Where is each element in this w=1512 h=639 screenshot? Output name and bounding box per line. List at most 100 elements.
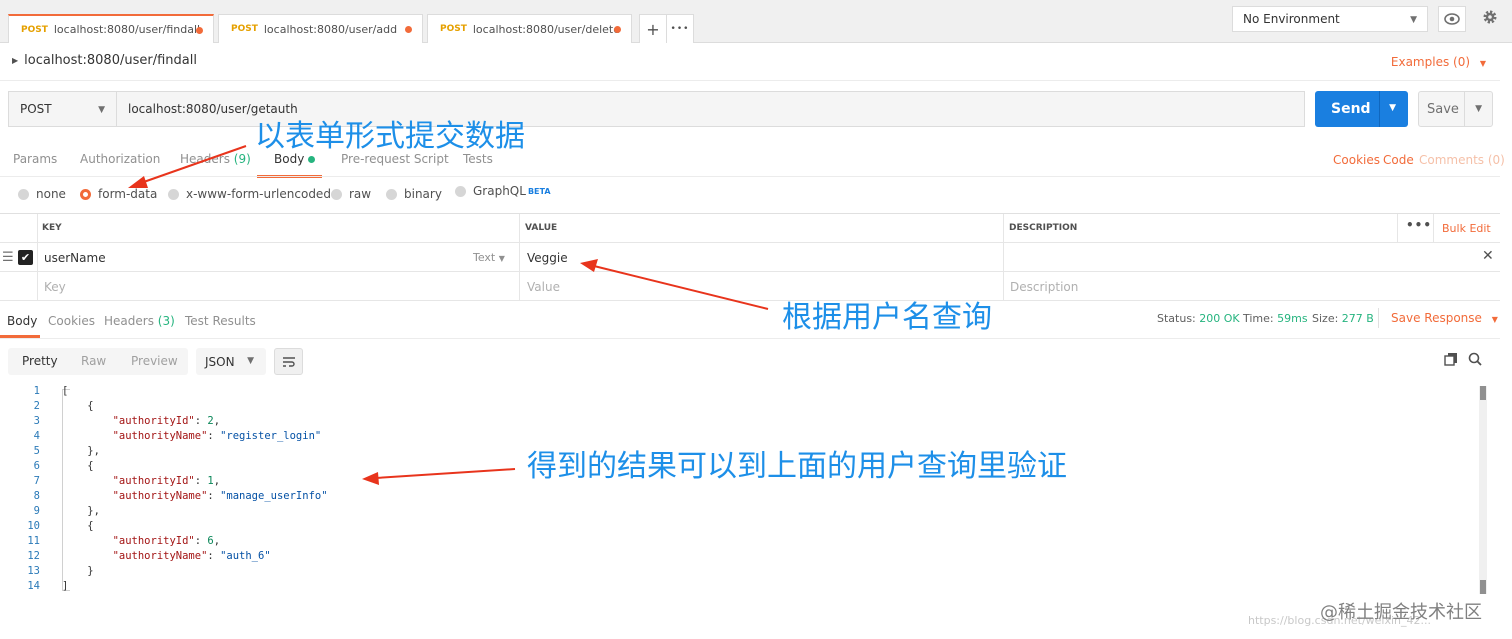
code-text: { (62, 400, 94, 412)
response-tab-test-results[interactable]: Test Results (185, 314, 256, 328)
examples-label: Examples (0) (1390, 55, 1471, 69)
code-scrollbar[interactable] (1479, 386, 1487, 594)
chevron-down-icon: ▼ (1479, 59, 1486, 68)
copy-icon[interactable] (1444, 352, 1458, 370)
code-line: 8 "authorityName": "manage_userInfo" (0, 490, 1480, 505)
code-text: }, (62, 445, 100, 457)
tab-body[interactable]: Body (274, 152, 316, 166)
radio-urlencoded[interactable]: x-www-form-urlencoded (168, 187, 331, 201)
code-text: ] (62, 580, 69, 592)
code-text: { (62, 460, 94, 472)
column-divider (519, 214, 520, 301)
tab-more-icon[interactable]: ••• (666, 14, 694, 43)
method-select[interactable]: POST ▼ (8, 91, 117, 127)
divider (0, 338, 1500, 339)
response-headers-count: (3) (157, 314, 175, 328)
description-placeholder[interactable]: Description (1010, 280, 1078, 294)
row-enabled-checkbox[interactable]: ✔ (18, 250, 33, 265)
annotation-form-data: 以表单形式提交数据 (255, 119, 525, 154)
gear-icon[interactable] (1476, 4, 1504, 30)
save-options-chevron-icon[interactable]: ▼ (1475, 104, 1482, 114)
view-preview-button[interactable]: Preview (131, 354, 178, 368)
response-tab-body[interactable]: Body (7, 314, 37, 328)
time-label: Time: (1243, 312, 1274, 325)
radio-circle-icon (386, 188, 397, 200)
key-placeholder[interactable]: Key (44, 280, 66, 294)
view-pretty-button[interactable]: Pretty (22, 354, 58, 368)
status-value: 200 OK (1199, 312, 1240, 325)
delete-row-icon[interactable]: ✕ (1482, 248, 1494, 264)
form-data-table: KEY VALUE DESCRIPTION ••• Bulk Edit ☰ ✔ … (0, 213, 1500, 301)
size-value: 277 B (1341, 312, 1374, 325)
table-row: ☰ ✔ userName Text ▼ Veggie ✕ (0, 243, 1500, 272)
radio-label: none (36, 187, 66, 201)
tab-url: localhost:8080/user/add (263, 22, 398, 36)
table-more-icon[interactable]: ••• (1406, 218, 1432, 232)
code-link[interactable]: Code (1383, 153, 1414, 167)
new-tab-plus-icon[interactable]: + (639, 14, 667, 43)
bulk-edit-link[interactable]: Bulk Edit (1442, 222, 1491, 235)
tab-method: POST (21, 24, 48, 35)
response-tab-cookies[interactable]: Cookies (48, 314, 95, 328)
comments-link[interactable]: Comments (0) (1419, 153, 1505, 167)
tab-tests[interactable]: Tests (463, 152, 493, 166)
tab-headers[interactable]: Headers (9) (180, 152, 251, 166)
line-number: 4 (33, 430, 40, 442)
tab-prerequest-script[interactable]: Pre-request Script (341, 152, 449, 166)
chevron-down-icon: ▼ (1491, 315, 1498, 324)
format-select[interactable]: JSON ▼ (196, 348, 266, 375)
tab-url: localhost:8080/user/delete (472, 22, 621, 36)
line-number: 9 (33, 505, 40, 517)
wrap-lines-icon[interactable] (274, 348, 303, 375)
save-label: Save (1427, 101, 1459, 117)
radio-raw[interactable]: raw (331, 187, 371, 201)
eye-icon[interactable] (1438, 6, 1466, 32)
radio-label: binary (404, 187, 442, 201)
tab-authorization[interactable]: Authorization (80, 152, 160, 166)
type-select[interactable]: Text ▼ (473, 251, 505, 264)
radio-none[interactable]: none (18, 187, 66, 201)
request-tab-add[interactable]: POST localhost:8080/user/add (218, 14, 423, 43)
code-text: "authorityName": "register_login" (112, 430, 322, 442)
view-mode-group: Pretty Raw Preview (8, 348, 188, 375)
radio-circle-icon (168, 188, 179, 200)
code-line: 1[ (0, 385, 1480, 400)
cookies-link[interactable]: Cookies (1333, 153, 1380, 167)
line-number: 7 (33, 475, 40, 487)
code-text: { (62, 520, 94, 532)
request-tab-delete[interactable]: POST localhost:8080/user/delete (427, 14, 632, 43)
tab-params[interactable]: Params (13, 152, 57, 166)
code-line: 11 "authorityId": 6, (0, 535, 1480, 550)
radio-graphql[interactable]: GraphQL BETA (455, 184, 551, 198)
key-cell[interactable]: userName (44, 251, 106, 265)
radio-binary[interactable]: binary (386, 187, 442, 201)
value-cell[interactable]: Veggie (527, 251, 568, 265)
request-name[interactable]: ▶ localhost:8080/user/findall (12, 53, 197, 68)
code-text: "authorityName": "auth_6" (112, 550, 271, 562)
size-info: Size: 277 B (1312, 312, 1374, 325)
search-icon[interactable] (1468, 352, 1482, 370)
radio-label: form-data (98, 187, 158, 201)
line-number: 3 (33, 415, 40, 427)
save-button[interactable]: Save ▼ (1418, 91, 1493, 127)
table-row-placeholder: Key Value Description (0, 272, 1500, 301)
column-header-value: VALUE (525, 223, 558, 233)
radio-form-data[interactable]: form-data (80, 187, 157, 201)
view-raw-button[interactable]: Raw (81, 354, 106, 368)
scrollbar-thumb-top (1480, 386, 1486, 400)
environment-select[interactable]: No Environment ▼ (1232, 6, 1428, 32)
code-line: 13 } (0, 565, 1480, 580)
send-button[interactable]: Send ▼ (1315, 91, 1408, 127)
code-line: 3 "authorityId": 2, (0, 415, 1480, 430)
value-placeholder[interactable]: Value (527, 280, 560, 294)
line-number: 1 (33, 385, 40, 397)
save-response-button[interactable]: Save Response ▼ (1391, 311, 1498, 325)
examples-dropdown[interactable]: Examples (0) ▼ (1391, 55, 1486, 69)
response-tab-headers[interactable]: Headers (3) (104, 314, 175, 328)
request-tab-findall[interactable]: POST localhost:8080/user/findall (8, 14, 214, 43)
code-text: } (62, 565, 94, 577)
send-options-chevron-icon[interactable]: ▼ (1389, 103, 1396, 113)
drag-handle-icon[interactable]: ☰ (2, 250, 14, 265)
status-info: Status: 200 OK (1157, 312, 1240, 325)
annotation-query-by-name: 根据用户名查询 (782, 300, 992, 335)
